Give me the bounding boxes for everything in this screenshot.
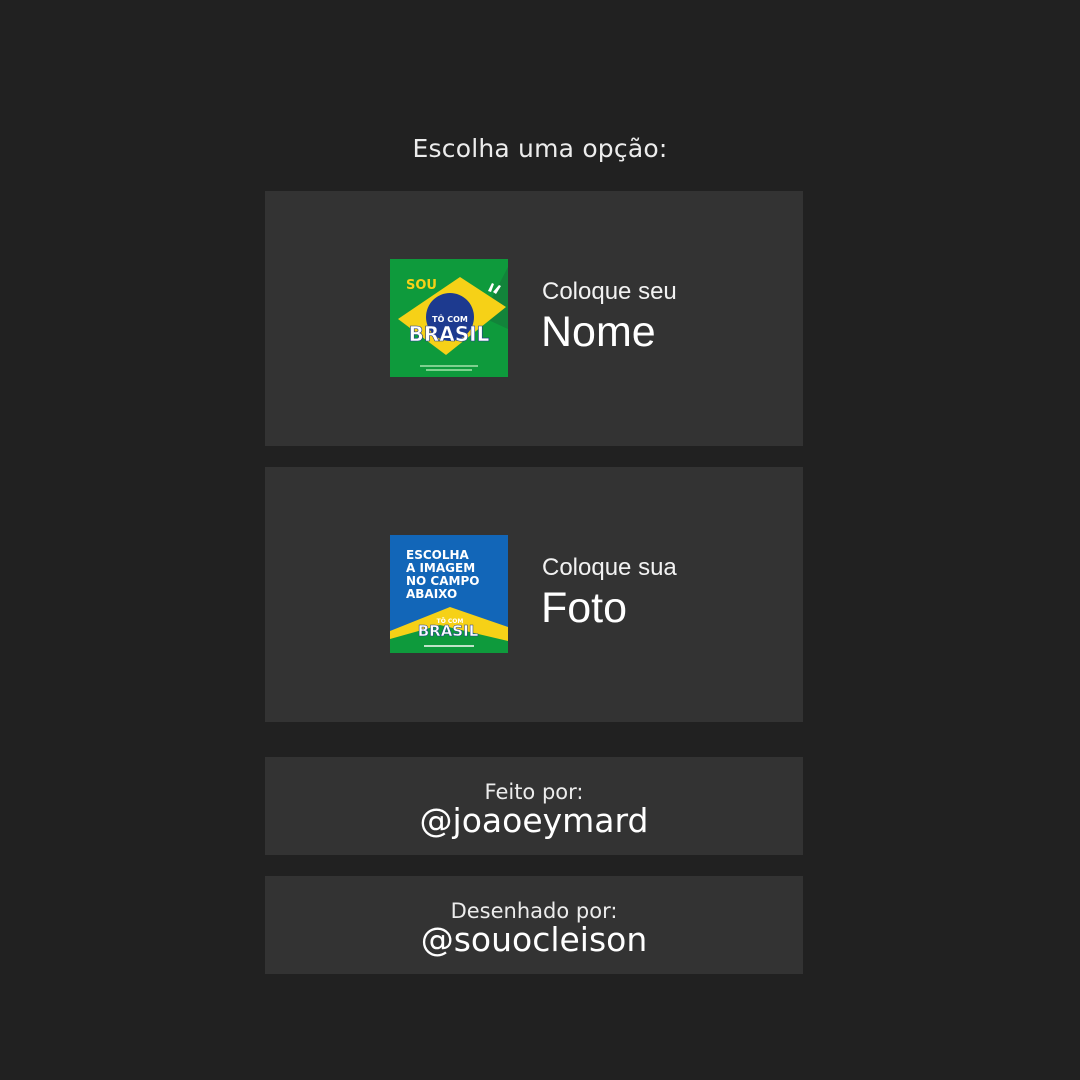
- option-name-title: Nome: [541, 308, 656, 356]
- credit-designed-by-handle[interactable]: @souocleison: [265, 920, 803, 959]
- thumb-line-1: ESCOLHA: [406, 548, 470, 562]
- thumb-brasil-text: BRASIL: [418, 622, 479, 640]
- credit-designed-by[interactable]: Desenhado por: @souocleison: [265, 876, 803, 974]
- option-photo-subtitle: Coloque sua: [542, 554, 677, 581]
- option-photo-title: Foto: [541, 584, 628, 632]
- option-name-subtitle: Coloque seu: [542, 278, 677, 305]
- thumb-line-4: ABAIXO: [406, 587, 457, 601]
- brazil-flag-thumbnail-icon: SOU TÔ COM BRASIL: [390, 259, 508, 377]
- option-name-button[interactable]: SOU TÔ COM BRASIL Coloque seu Nome: [265, 191, 803, 446]
- page-prompt: Escolha uma opção:: [412, 134, 668, 163]
- thumb-brasil-text: BRASIL: [409, 322, 490, 346]
- thumb-sou-text: SOU: [406, 278, 437, 293]
- choose-image-thumbnail-icon: ESCOLHA A IMAGEM NO CAMPO ABAIXO TÔ COM …: [390, 535, 508, 653]
- option-photo-button[interactable]: ESCOLHA A IMAGEM NO CAMPO ABAIXO TÔ COM …: [265, 467, 803, 722]
- credit-made-by[interactable]: Feito por: @joaoeymard: [265, 757, 803, 855]
- thumb-line-3: NO CAMPO: [406, 574, 479, 588]
- credit-made-by-handle[interactable]: @joaoeymard: [265, 801, 803, 840]
- thumb-line-2: A IMAGEM: [406, 561, 475, 575]
